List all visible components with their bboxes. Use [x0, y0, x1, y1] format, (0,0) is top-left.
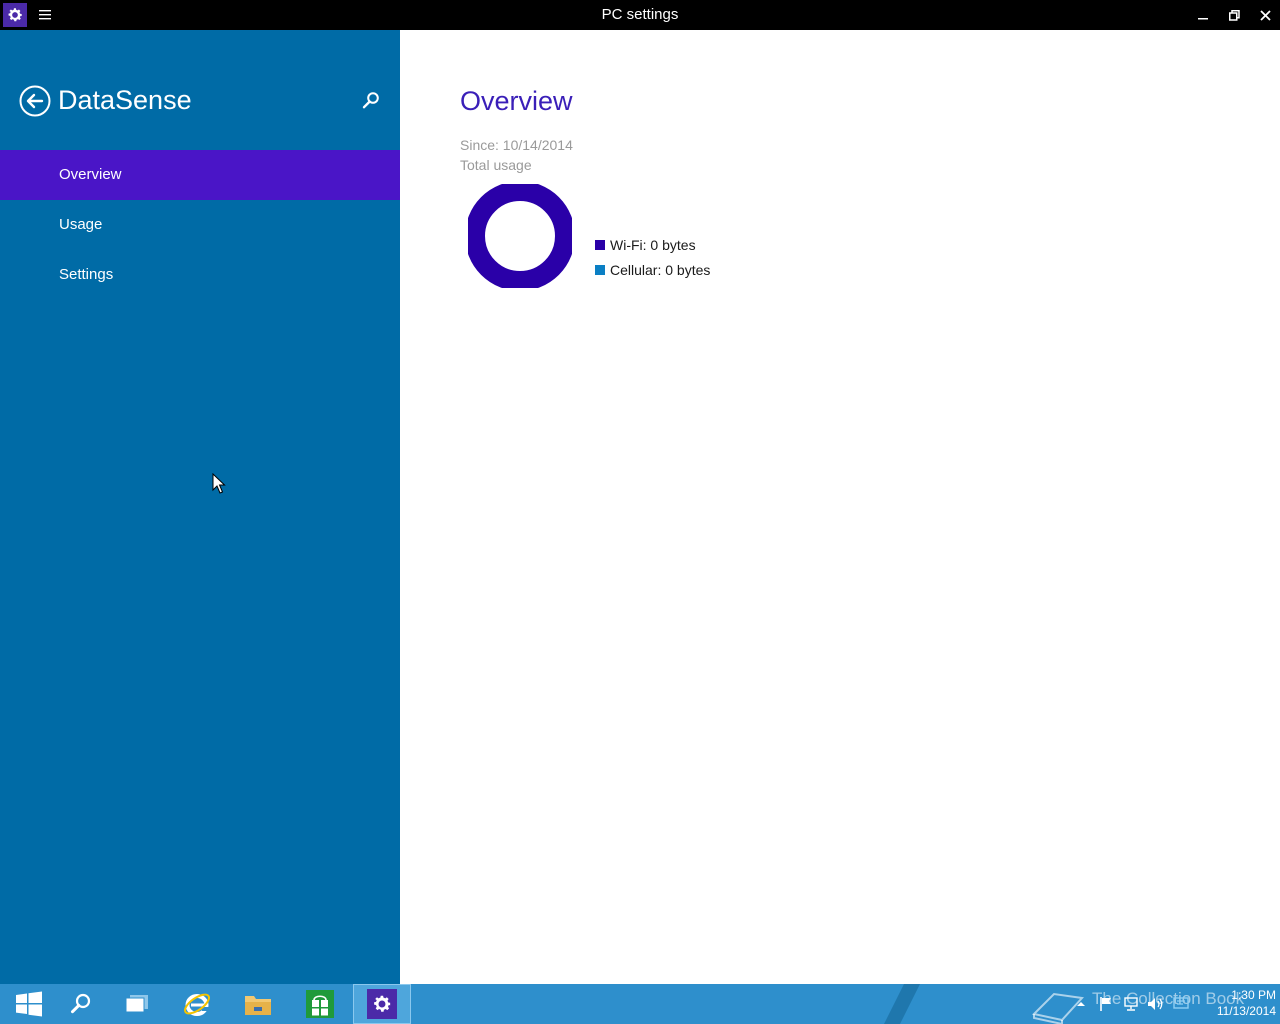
restore-icon [1228, 9, 1240, 21]
settings-tile [367, 989, 397, 1019]
taskbar-clock[interactable]: 1:30 PM 11/13/2014 [1196, 987, 1276, 1019]
sidebar: DataSense Overview Usage Settings [0, 30, 400, 984]
legend-label-wifi: Wi-Fi: 0 bytes [610, 237, 696, 253]
store-icon [306, 990, 334, 1018]
notifications-button[interactable] [1170, 993, 1192, 1015]
legend-swatch-cellular [595, 265, 605, 275]
sidebar-item-overview[interactable]: Overview [0, 150, 400, 200]
legend-item-wifi: Wi-Fi: 0 bytes [595, 235, 696, 255]
legend-item-cellular: Cellular: 0 bytes [595, 260, 710, 280]
flag-icon [1100, 997, 1111, 1011]
folder-icon [245, 996, 271, 1015]
windows-logo-icon [16, 991, 42, 1017]
chevron-up-icon [1077, 1002, 1085, 1006]
close-icon [1259, 9, 1271, 21]
minimize-icon [1198, 18, 1208, 20]
search-icon [362, 92, 379, 109]
sidebar-item-usage[interactable]: Usage [0, 200, 400, 250]
close-button[interactable] [1249, 0, 1280, 30]
main-content: Overview Since: 10/14/2014 Total usage W… [400, 30, 1280, 984]
window-title: PC settings [601, 6, 679, 23]
pc-settings-taskbar-button[interactable] [353, 984, 411, 1024]
mouse-cursor-icon [212, 472, 226, 495]
clock-time: 1:30 PM [1231, 988, 1276, 1002]
message-icon [1173, 997, 1189, 1009]
volume-control[interactable] [1145, 993, 1167, 1015]
taskbar-decoration [884, 984, 920, 1024]
network-icon [1124, 997, 1138, 1011]
back-button[interactable] [19, 85, 51, 117]
title-bar: PC settings [0, 0, 1280, 30]
back-arrow-icon [19, 85, 51, 117]
total-usage-label: Total usage [460, 157, 532, 173]
donut-ring-wifi [468, 184, 572, 288]
taskbar-search-button[interactable] [52, 984, 110, 1024]
internet-explorer-button[interactable] [168, 984, 226, 1024]
store-button[interactable] [291, 984, 349, 1024]
start-button[interactable] [0, 984, 58, 1024]
action-center-flag[interactable] [1095, 993, 1117, 1015]
task-view-button[interactable] [108, 984, 166, 1024]
task-view-icon [125, 995, 148, 1013]
internet-explorer-icon [184, 993, 210, 1016]
taskbar: The Collection Book 1:30 PM 11/13/2014 [0, 984, 1280, 1024]
since-date: Since: 10/14/2014 [460, 137, 573, 153]
clock-date: 11/13/2014 [1216, 1004, 1276, 1018]
search-button[interactable] [360, 90, 382, 112]
page-title: Overview [460, 86, 573, 116]
file-explorer-button[interactable] [229, 984, 287, 1024]
speaker-icon [1148, 998, 1163, 1010]
sidebar-item-settings[interactable]: Settings [0, 250, 400, 300]
legend-label-cellular: Cellular: 0 bytes [610, 262, 711, 278]
legend-swatch-wifi [595, 240, 605, 250]
show-hidden-icons-button[interactable] [1070, 993, 1092, 1015]
system-tray [1070, 990, 1195, 1018]
sidebar-title: DataSense [58, 85, 192, 115]
gear-icon [374, 995, 391, 1012]
usage-donut-chart [468, 184, 572, 288]
restore-button[interactable] [1218, 0, 1250, 30]
network-status[interactable] [1120, 993, 1142, 1015]
minimize-button[interactable] [1187, 0, 1219, 30]
search-icon [71, 993, 91, 1014]
